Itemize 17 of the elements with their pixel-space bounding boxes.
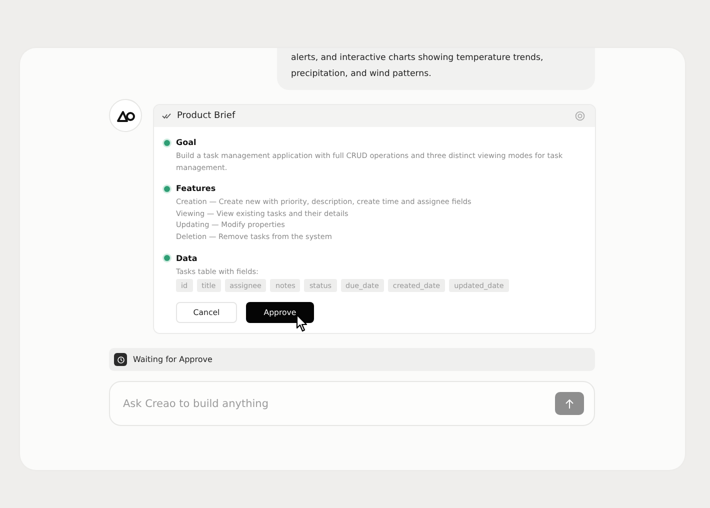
section-heading: Features bbox=[176, 184, 216, 194]
clock-icon bbox=[114, 353, 127, 366]
arrow-up-icon bbox=[565, 398, 574, 409]
message-input[interactable]: Ask Creao to build anything bbox=[109, 381, 595, 426]
brief-title: Product Brief bbox=[177, 111, 236, 121]
avatar-logo-icon bbox=[109, 99, 142, 132]
send-button[interactable] bbox=[555, 392, 584, 416]
bullet-dot-icon bbox=[164, 255, 170, 262]
message-text: precipitation, and wind patterns. bbox=[291, 68, 432, 81]
settings-icon[interactable] bbox=[575, 111, 585, 121]
section-heading: Data bbox=[176, 254, 198, 263]
section-heading: Goal bbox=[176, 138, 196, 147]
bullet-dot-icon bbox=[164, 186, 170, 192]
check-icon bbox=[162, 113, 171, 119]
status-text: Waiting for Approve bbox=[133, 355, 212, 364]
message-text: alerts, and interactive charts showing temperature trends, bbox=[291, 52, 544, 65]
bullet-dot-icon bbox=[164, 140, 170, 146]
